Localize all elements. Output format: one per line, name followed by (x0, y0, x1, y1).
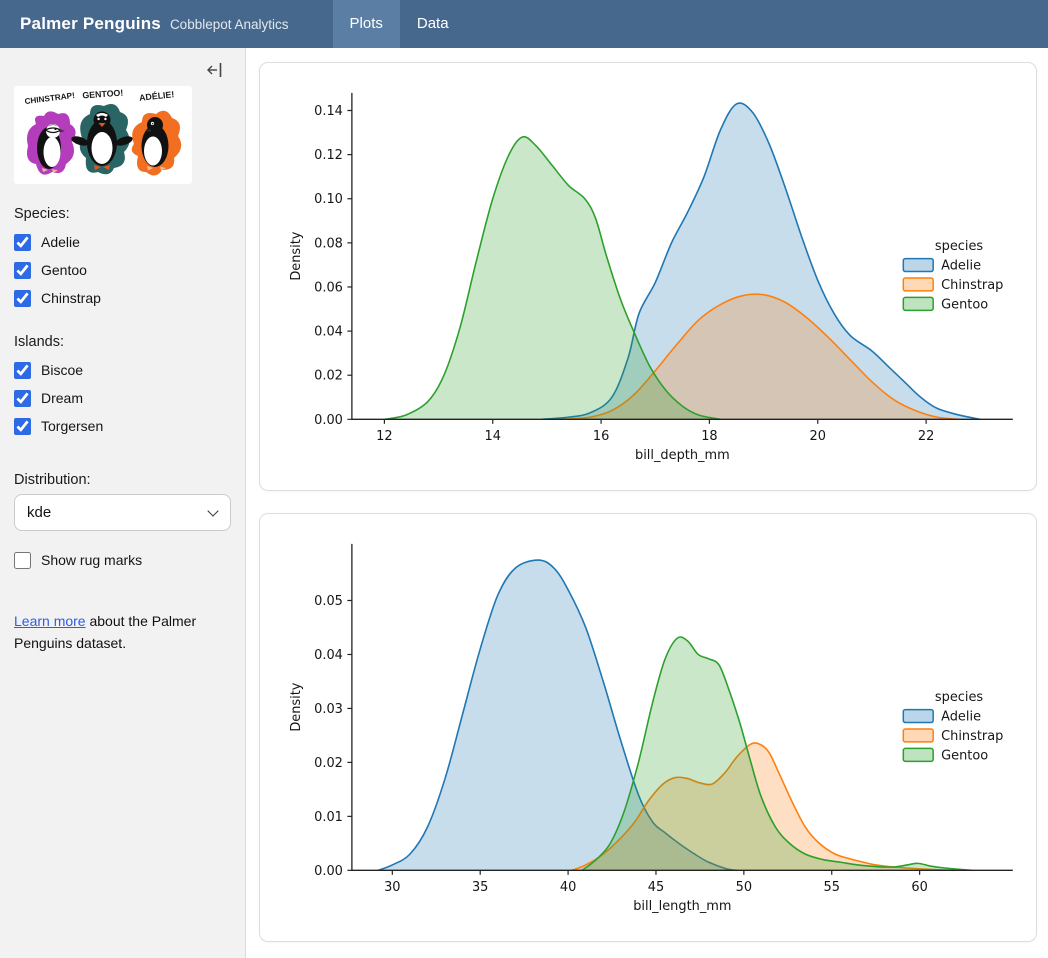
tab-plots[interactable]: Plots (333, 0, 400, 48)
svg-text:35: 35 (472, 880, 488, 895)
svg-text:14: 14 (485, 429, 501, 444)
sidebar-collapse-icon[interactable] (206, 61, 223, 79)
checkbox-label: Adelie (41, 234, 80, 250)
plot-card-bill-depth: 12 14 16 18 20 22 0.00 0.02 0.04 0.06 0.08 0.10 0.12… (259, 62, 1037, 491)
sidebar: CHINSTRAP! GENTOO! ADÉLIE! Species: Adel… (0, 48, 246, 958)
svg-text:species: species (935, 690, 984, 705)
svg-text:18: 18 (701, 429, 717, 444)
svg-text:0.01: 0.01 (314, 810, 343, 825)
navbar: Palmer Penguins Cobblepot Analytics Plot… (0, 0, 1048, 48)
checkbox-row-adelie[interactable]: Adelie (14, 228, 231, 256)
svg-text:0.06: 0.06 (314, 280, 343, 295)
svg-text:55: 55 (824, 880, 840, 895)
islands-group-label: Islands: (14, 334, 231, 350)
checkbox-label: Dream (41, 390, 83, 406)
svg-text:30: 30 (384, 880, 400, 895)
svg-text:0.05: 0.05 (314, 594, 343, 609)
checkbox-label: Gentoo (41, 262, 87, 278)
svg-text:0.04: 0.04 (314, 325, 343, 340)
svg-text:0.10: 0.10 (314, 192, 343, 207)
svg-text:0.12: 0.12 (314, 148, 343, 163)
svg-text:Density: Density (289, 682, 304, 731)
checkbox-rug[interactable] (14, 552, 31, 569)
checkbox-row-torgersen[interactable]: Torgersen (14, 412, 231, 440)
svg-text:Gentoo: Gentoo (941, 297, 988, 312)
svg-text:0.02: 0.02 (314, 369, 343, 384)
checkbox-row-gentoo[interactable]: Gentoo (14, 256, 231, 284)
svg-text:0.00: 0.00 (314, 864, 343, 879)
svg-text:0.00: 0.00 (314, 413, 343, 428)
svg-text:Chinstrap: Chinstrap (941, 278, 1003, 293)
svg-text:Gentoo: Gentoo (941, 748, 988, 763)
checkbox-label: Chinstrap (41, 290, 101, 306)
distribution-select[interactable]: kde (14, 494, 231, 531)
checkbox-dream[interactable] (14, 390, 31, 407)
checkbox-gentoo[interactable] (14, 262, 31, 279)
svg-text:Density: Density (289, 231, 304, 280)
svg-text:45: 45 (648, 880, 664, 895)
svg-text:0.03: 0.03 (314, 702, 343, 717)
checkbox-chinstrap[interactable] (14, 290, 31, 307)
distribution-label: Distribution: (14, 472, 231, 488)
checkbox-adelie[interactable] (14, 234, 31, 251)
svg-text:22: 22 (918, 429, 934, 444)
svg-text:bill_depth_mm: bill_depth_mm (635, 448, 730, 463)
svg-text:16: 16 (593, 429, 609, 444)
svg-text:0.02: 0.02 (314, 756, 343, 771)
svg-text:Adelie: Adelie (941, 259, 981, 274)
learn-more-link[interactable]: Learn more (14, 613, 86, 629)
checkbox-label: Show rug marks (41, 552, 142, 568)
svg-text:50: 50 (736, 880, 752, 895)
svg-text:bill_length_mm: bill_length_mm (633, 899, 731, 914)
checkbox-row-chinstrap[interactable]: Chinstrap (14, 284, 231, 312)
plot-card-bill-length: 30 35 40 45 50 55 60 0.00 0.01 0.02 0.03 0.04 0.05 bi… (259, 513, 1037, 942)
svg-text:40: 40 (560, 880, 576, 895)
checkbox-label: Biscoe (41, 362, 83, 378)
svg-text:60: 60 (911, 880, 927, 895)
bill-depth-density-chart: 12 14 16 18 20 22 0.00 0.02 0.04 0.06 0.08 0.10 0.12… (260, 63, 1036, 490)
penguins-artwork-image: CHINSTRAP! GENTOO! ADÉLIE! (14, 86, 192, 184)
sidebar-footer-text: Learn more about the Palmer Penguins dat… (14, 610, 231, 655)
app-title: Palmer Penguins (20, 14, 161, 34)
svg-text:species: species (935, 239, 984, 254)
bill-length-density-chart: 30 35 40 45 50 55 60 0.00 0.01 0.02 0.03 0.04 0.05 bi… (260, 514, 1036, 941)
checkbox-row-biscoe[interactable]: Biscoe (14, 356, 231, 384)
app-subtitle: Cobblepot Analytics (170, 17, 289, 32)
nav-tabs: Plots Data (333, 0, 466, 48)
svg-text:0.04: 0.04 (314, 648, 343, 663)
checkbox-torgersen[interactable] (14, 418, 31, 435)
svg-text:20: 20 (810, 429, 826, 444)
svg-text:12: 12 (376, 429, 392, 444)
svg-text:Chinstrap: Chinstrap (941, 729, 1003, 744)
checkbox-row-rug[interactable]: Show rug marks (14, 546, 231, 574)
checkbox-label: Torgersen (41, 418, 103, 434)
tab-data[interactable]: Data (400, 0, 466, 48)
checkbox-biscoe[interactable] (14, 362, 31, 379)
svg-text:0.08: 0.08 (314, 236, 343, 251)
checkbox-row-dream[interactable]: Dream (14, 384, 231, 412)
main-content: 12 14 16 18 20 22 0.00 0.02 0.04 0.06 0.08 0.10 0.12… (246, 48, 1048, 958)
svg-text:Adelie: Adelie (941, 710, 981, 725)
svg-text:0.14: 0.14 (314, 104, 343, 119)
species-group-label: Species: (14, 206, 231, 222)
